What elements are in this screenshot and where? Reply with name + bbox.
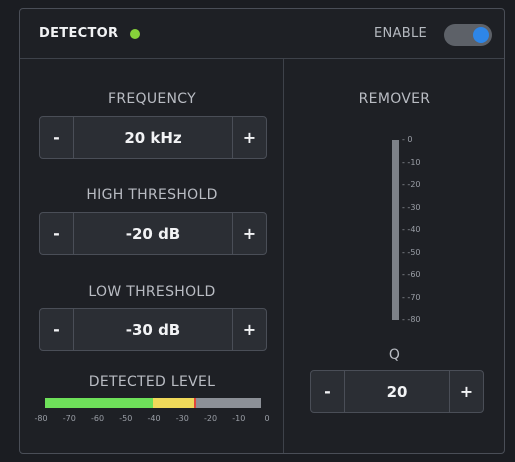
toggle-knob bbox=[473, 27, 489, 43]
frequency-decrement-button[interactable]: - bbox=[40, 117, 74, 158]
level-segment bbox=[45, 398, 153, 408]
level-tick-label: -80 bbox=[34, 414, 48, 423]
remover-tick-label: - 0 bbox=[402, 135, 413, 144]
low-threshold-value[interactable]: -30 dB bbox=[74, 309, 232, 350]
enable-label: ENABLE bbox=[374, 26, 428, 41]
q-value[interactable]: 20 bbox=[345, 371, 449, 412]
high-threshold-label: HIGH THRESHOLD bbox=[86, 187, 218, 203]
frequency-increment-button[interactable]: + bbox=[232, 117, 266, 158]
panel-title: DETECTOR bbox=[39, 26, 119, 41]
remover-scale: - 0 - -10 - -20 - -30 - -40 - -50 - -60 - -70 - … bbox=[402, 135, 442, 325]
remover-tick-label: - -20 bbox=[402, 180, 421, 189]
remover-tick-label: - -70 bbox=[402, 292, 421, 302]
level-tick-label: -40 bbox=[147, 414, 161, 423]
panel-header: DETECTOR ENABLE bbox=[20, 9, 504, 59]
remover-tick-label: - -30 bbox=[402, 202, 421, 212]
level-tick-label: -30 bbox=[175, 414, 189, 423]
detected-level-scale: -80 -70 -60 -50 -40 -30 -20 -10 0 bbox=[34, 414, 270, 428]
level-tick-label: 0 bbox=[264, 414, 270, 423]
remover-tick-label: - -40 bbox=[402, 225, 421, 234]
level-segment bbox=[153, 398, 194, 408]
frequency-value[interactable]: 20 kHz bbox=[74, 117, 232, 158]
level-tick-label: -70 bbox=[62, 414, 76, 423]
low-threshold-increment-button[interactable]: + bbox=[232, 309, 266, 350]
enable-toggle[interactable] bbox=[444, 24, 492, 46]
remover-tick-label: - -50 bbox=[402, 247, 421, 257]
remover-label: REMOVER bbox=[358, 91, 431, 107]
level-tick-label: -60 bbox=[90, 414, 105, 423]
detected-level-label: DETECTED LEVEL bbox=[88, 374, 216, 390]
remover-meter bbox=[392, 140, 399, 320]
detector-panel: DETECTOR ENABLE FREQUENCY - 20 kHz + HIG… bbox=[19, 8, 505, 454]
remover-tick-label: - -60 bbox=[402, 270, 421, 279]
q-decrement-button[interactable]: - bbox=[311, 371, 345, 412]
high-threshold-value[interactable]: -20 dB bbox=[74, 213, 232, 254]
high-threshold-decrement-button[interactable]: - bbox=[40, 213, 74, 254]
remover-tick-label: - -80 bbox=[402, 315, 421, 324]
level-segment bbox=[196, 398, 261, 408]
status-led-icon bbox=[130, 29, 140, 39]
level-tick-label: -50 bbox=[119, 414, 133, 423]
low-threshold-decrement-button[interactable]: - bbox=[40, 309, 74, 350]
frequency-label: FREQUENCY bbox=[108, 91, 196, 107]
high-threshold-increment-button[interactable]: + bbox=[232, 213, 266, 254]
low-threshold-label: LOW THRESHOLD bbox=[88, 284, 216, 300]
low-threshold-stepper: - -30 dB + bbox=[39, 308, 267, 351]
level-tick-label: -20 bbox=[203, 414, 218, 423]
level-tick-label: -10 bbox=[232, 414, 246, 423]
remover-tick-label: - -10 bbox=[402, 157, 421, 167]
q-label: Q bbox=[388, 347, 401, 363]
frequency-stepper: - 20 kHz + bbox=[39, 116, 267, 159]
q-stepper: - 20 + bbox=[310, 370, 484, 413]
column-divider bbox=[283, 59, 284, 453]
high-threshold-stepper: - -20 dB + bbox=[39, 212, 267, 255]
detected-level-meter bbox=[45, 398, 261, 408]
q-increment-button[interactable]: + bbox=[449, 371, 483, 412]
